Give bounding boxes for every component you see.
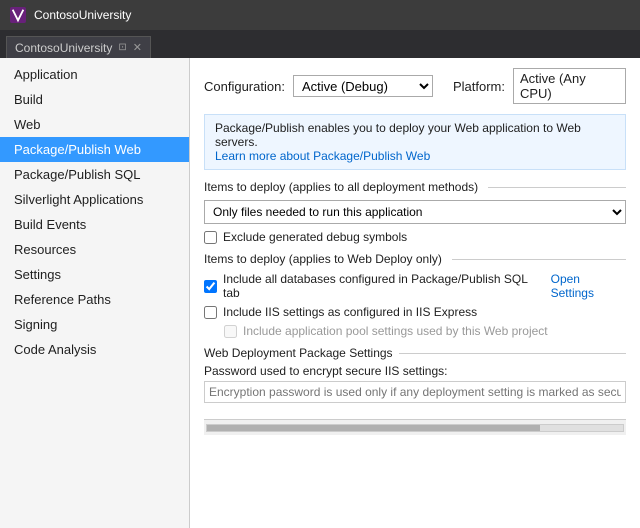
configuration-label: Configuration:	[204, 79, 285, 94]
project-tab[interactable]: ContosoUniversity ⊡ ✕	[6, 36, 151, 58]
checkbox4-label: Include application pool settings used b…	[243, 324, 548, 338]
horizontal-scrollbar[interactable]	[204, 419, 626, 435]
info-box: Package/Publish enables you to deploy yo…	[204, 114, 626, 170]
checkbox3-label: Include IIS settings as configured in II…	[223, 305, 477, 319]
checkbox2-row: Include all databases configured in Pack…	[204, 272, 626, 300]
tab-label: ContosoUniversity	[15, 41, 112, 55]
content-panel: Configuration: Active (Debug) Platform: …	[190, 58, 640, 528]
checkbox4-row: Include application pool settings used b…	[204, 324, 626, 338]
configuration-select[interactable]: Active (Debug)	[293, 75, 433, 97]
checkbox2-label: Include all databases configured in Pack…	[223, 272, 545, 300]
section1-label: Items to deploy (applies to all deployme…	[204, 180, 478, 194]
checkbox3-row: Include IIS settings as configured in II…	[204, 305, 626, 319]
bottom-scrollbar-area	[204, 419, 626, 435]
config-row: Configuration: Active (Debug) Platform: …	[204, 68, 626, 104]
section1-header: Items to deploy (applies to all deployme…	[204, 180, 626, 194]
title-bar: ContosoUniversity	[0, 0, 640, 30]
sidebar: Application Build Web Package/Publish We…	[0, 58, 190, 528]
exclude-debug-checkbox[interactable]	[204, 231, 217, 244]
section3-label: Web Deployment Package Settings	[204, 346, 393, 360]
section2-header: Items to deploy (applies to Web Deploy o…	[204, 252, 626, 266]
sidebar-item-build[interactable]: Build	[0, 87, 189, 112]
password-input[interactable]	[204, 381, 626, 403]
sidebar-item-reference-paths[interactable]: Reference Paths	[0, 287, 189, 312]
sidebar-item-application[interactable]: Application	[0, 62, 189, 87]
open-settings-link[interactable]: Open Settings	[551, 272, 626, 300]
checkbox1-row: Exclude generated debug symbols	[204, 230, 626, 244]
main-layout: Application Build Web Package/Publish We…	[0, 58, 640, 528]
pin-icon[interactable]: ⊡	[118, 42, 126, 53]
sidebar-item-package-publish-sql[interactable]: Package/Publish SQL	[0, 162, 189, 187]
platform-value: Active (Any CPU)	[513, 68, 626, 104]
sidebar-item-build-events[interactable]: Build Events	[0, 212, 189, 237]
close-icon[interactable]: ✕	[133, 41, 142, 54]
sidebar-item-code-analysis[interactable]: Code Analysis	[0, 337, 189, 362]
app-title: ContosoUniversity	[34, 8, 131, 22]
scroll-track[interactable]	[206, 424, 624, 432]
vs-icon	[10, 7, 26, 23]
sidebar-item-settings[interactable]: Settings	[0, 262, 189, 287]
include-databases-checkbox[interactable]	[204, 280, 217, 293]
checkbox1-label: Exclude generated debug symbols	[223, 230, 407, 244]
sidebar-item-web[interactable]: Web	[0, 112, 189, 137]
info-text: Package/Publish enables you to deploy yo…	[215, 121, 581, 149]
sidebar-item-silverlight[interactable]: Silverlight Applications	[0, 187, 189, 212]
section3-header: Web Deployment Package Settings	[204, 346, 626, 360]
password-label: Password used to encrypt secure IIS sett…	[204, 364, 626, 378]
sidebar-item-package-publish-web[interactable]: Package/Publish Web	[0, 137, 189, 162]
tab-bar: ContosoUniversity ⊡ ✕	[0, 30, 640, 58]
deploy-dropdown[interactable]: Only files needed to run this applicatio…	[204, 200, 626, 224]
include-app-pool-checkbox	[224, 325, 237, 338]
sidebar-item-signing[interactable]: Signing	[0, 312, 189, 337]
include-iis-checkbox[interactable]	[204, 306, 217, 319]
info-link[interactable]: Learn more about Package/Publish Web	[215, 149, 430, 163]
platform-label: Platform:	[453, 79, 505, 94]
section2-label: Items to deploy (applies to Web Deploy o…	[204, 252, 442, 266]
sidebar-item-resources[interactable]: Resources	[0, 237, 189, 262]
scroll-thumb[interactable]	[207, 425, 540, 431]
